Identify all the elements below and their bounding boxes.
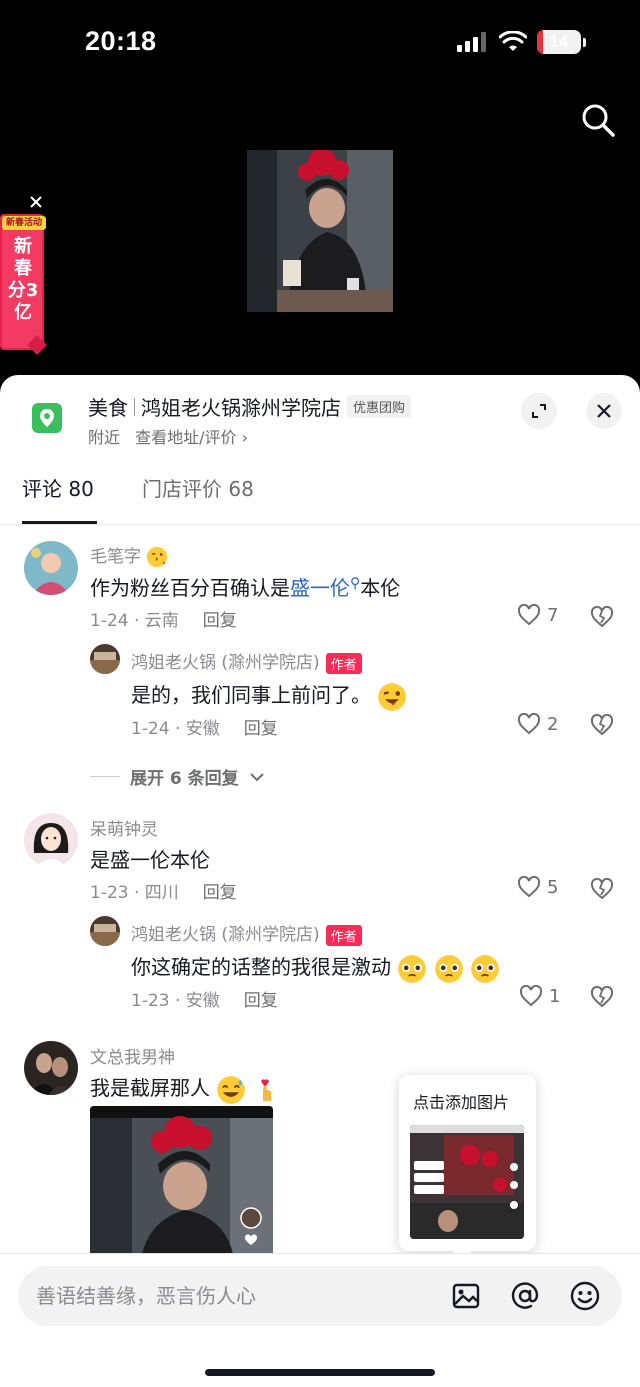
reply-username[interactable]: 鸿姐老火锅 (滁州学院店) xyxy=(131,653,320,673)
pleading-emoji-icon xyxy=(434,954,463,983)
comment-image-content xyxy=(90,1106,273,1266)
broken-heart-icon[interactable] xyxy=(590,713,614,737)
search-link[interactable]: 盛一伦 xyxy=(290,576,350,600)
expand-replies-button[interactable]: 展开 6 条回复 xyxy=(90,764,265,789)
add-picture-popup[interactable]: 点击添加图片 xyxy=(399,1075,536,1267)
emoji-icon[interactable] xyxy=(569,1280,601,1312)
heart-icon xyxy=(517,713,541,735)
store-header[interactable]: 美食 鸿姐老火锅滁州学院店 优惠团购 附近 查看地址/评价 › xyxy=(0,375,640,459)
pleading-emoji-icon xyxy=(471,954,499,983)
expand-button[interactable] xyxy=(521,393,557,429)
search-icon[interactable] xyxy=(580,102,616,138)
like-button[interactable]: 7 xyxy=(517,604,558,626)
like-button[interactable]: 5 xyxy=(517,876,558,898)
broken-heart-icon[interactable] xyxy=(590,985,614,1009)
like-button[interactable]: 2 xyxy=(517,713,558,735)
status-bar: 20:18 14 xyxy=(0,0,640,88)
wink-emoji-icon xyxy=(378,682,407,711)
expand-icon xyxy=(532,404,546,418)
video-frame-image xyxy=(247,150,393,312)
broken-heart-icon[interactable] xyxy=(590,877,614,901)
address-link[interactable]: 查看地址/评价 › xyxy=(135,428,248,447)
heart-icon xyxy=(517,876,541,898)
comment-text: 是盛一伦本伦 xyxy=(90,848,210,872)
video-thumbnail[interactable] xyxy=(247,150,393,312)
status-icons: 14 xyxy=(457,30,586,54)
home-indicator xyxy=(205,1369,435,1376)
comment-date-location: 1-24 · 云南 xyxy=(90,611,179,631)
tab-comments[interactable]: 评论 80 xyxy=(22,473,94,502)
reply-button[interactable]: 回复 xyxy=(203,611,237,631)
reply-text: 你这确定的话整的我很是激动 xyxy=(131,951,500,984)
comment-image[interactable] xyxy=(90,1106,273,1266)
nearby-label: 附近 xyxy=(88,428,121,447)
like-count: 7 xyxy=(547,604,559,626)
tab-bar: 评论 80 门店评价 68 xyxy=(0,459,640,525)
status-time: 20:18 xyxy=(85,26,157,56)
reply-date-location: 1-24 · 安徽 xyxy=(131,719,220,739)
reply-text: 是的，我们同事上前问了。 xyxy=(131,679,407,712)
reply-username[interactable]: 鸿姐老火锅 (滁州学院店) xyxy=(131,925,320,945)
heart-icon xyxy=(517,604,541,626)
sweat-smile-emoji-icon xyxy=(217,1075,246,1104)
image-icon[interactable] xyxy=(450,1280,482,1312)
broken-heart-icon[interactable] xyxy=(590,605,614,629)
wifi-icon xyxy=(499,31,527,51)
battery-indicator: 14 xyxy=(537,30,586,54)
comment-username[interactable]: 呆萌钟灵 xyxy=(90,815,158,840)
popup-title: 点击添加图片 xyxy=(413,1093,510,1112)
battery-percent: 14 xyxy=(549,32,569,51)
reply-avatar[interactable] xyxy=(90,916,120,946)
comment-text: 我是截屏那人 xyxy=(90,1072,279,1105)
fingers-heart-emoji-icon xyxy=(260,1078,271,1101)
author-badge: 作者 xyxy=(325,652,362,674)
reply-button[interactable]: 回复 xyxy=(244,991,278,1011)
comment-input-bar xyxy=(0,1253,640,1387)
deal-badge[interactable]: 优惠团购 xyxy=(347,395,412,418)
comment-input-container[interactable] xyxy=(18,1266,622,1326)
avatar[interactable] xyxy=(24,1041,78,1095)
comment-username[interactable]: 毛笔字 xyxy=(90,547,141,567)
popup-screenshot-thumbnail[interactable] xyxy=(410,1125,524,1239)
avatar[interactable] xyxy=(24,541,78,595)
avatar[interactable] xyxy=(24,813,78,867)
signal-icon xyxy=(457,32,486,52)
like-count: 5 xyxy=(547,876,559,898)
reply-button[interactable]: 回复 xyxy=(203,883,237,903)
heart-icon xyxy=(519,985,543,1007)
reply-avatar[interactable] xyxy=(90,644,120,674)
pleading-emoji-icon xyxy=(398,954,427,983)
like-button[interactable]: 1 xyxy=(519,985,560,1007)
store-category: 美食 xyxy=(88,396,128,420)
comment-username[interactable]: 文总我男神 xyxy=(90,1043,175,1068)
divider xyxy=(90,776,120,777)
comment-text: 作为粉丝百分百确认是盛一伦⚲本伦 xyxy=(90,575,401,600)
like-count: 2 xyxy=(547,713,559,735)
kiss-emoji-icon xyxy=(147,546,168,568)
comment-input[interactable] xyxy=(36,1266,436,1326)
close-button[interactable] xyxy=(586,393,622,429)
author-badge: 作者 xyxy=(325,924,362,946)
at-icon[interactable] xyxy=(509,1280,541,1312)
store-name[interactable]: 鸿姐老火锅滁州学院店 xyxy=(141,392,341,421)
promo-text: 新春分3亿 xyxy=(7,236,39,323)
reply-button[interactable]: 回复 xyxy=(244,719,278,739)
chevron-down-icon xyxy=(249,772,264,781)
comment-sheet: 美食 鸿姐老火锅滁州学院店 优惠团购 附近 查看地址/评价 › 评论 80 门店… xyxy=(0,375,640,1387)
like-count: 1 xyxy=(549,985,561,1007)
search-link-icon[interactable]: ⚲ xyxy=(350,575,360,591)
tab-indicator xyxy=(22,521,97,524)
promo-close-icon[interactable] xyxy=(28,194,44,210)
reply-date-location: 1-23 · 安徽 xyxy=(131,991,220,1011)
close-icon xyxy=(597,404,611,418)
promo-tag: 新春活动 xyxy=(2,216,46,230)
divider xyxy=(134,397,135,416)
location-icon xyxy=(32,403,62,433)
comment-date-location: 1-23 · 四川 xyxy=(90,883,179,903)
tab-store-reviews[interactable]: 门店评价 68 xyxy=(142,473,254,502)
